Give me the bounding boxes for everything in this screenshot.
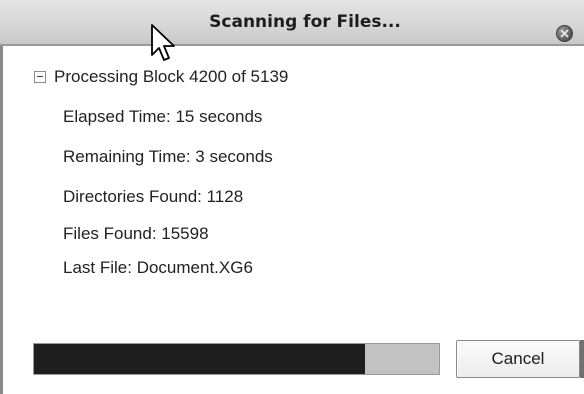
dialog-title: Scanning for Files... bbox=[209, 12, 401, 32]
elapsed-time-label: Elapsed Time: 15 seconds bbox=[63, 107, 263, 126]
close-icon[interactable] bbox=[556, 25, 573, 42]
collapse-icon[interactable] bbox=[34, 71, 46, 83]
last-file-label: Last File: Document.XG6 bbox=[63, 258, 253, 277]
remaining-time-label: Remaining Time: 3 seconds bbox=[63, 147, 273, 166]
title-bar[interactable]: Scanning for Files... bbox=[0, 0, 584, 46]
scan-dialog: Scanning for Files... Processing Block 4… bbox=[0, 0, 584, 394]
files-found-label: Files Found: 15598 bbox=[63, 224, 209, 243]
cancel-button[interactable]: Cancel bbox=[456, 340, 580, 378]
processing-block-label: Processing Block 4200 of 5139 bbox=[54, 67, 289, 86]
window-left-border bbox=[0, 46, 3, 394]
mouse-pointer-icon bbox=[151, 24, 175, 61]
directories-found-label: Directories Found: 1128 bbox=[63, 187, 244, 206]
progress-bar bbox=[33, 343, 440, 375]
window-right-edge bbox=[580, 340, 584, 378]
progress-bar-fill bbox=[34, 344, 365, 374]
